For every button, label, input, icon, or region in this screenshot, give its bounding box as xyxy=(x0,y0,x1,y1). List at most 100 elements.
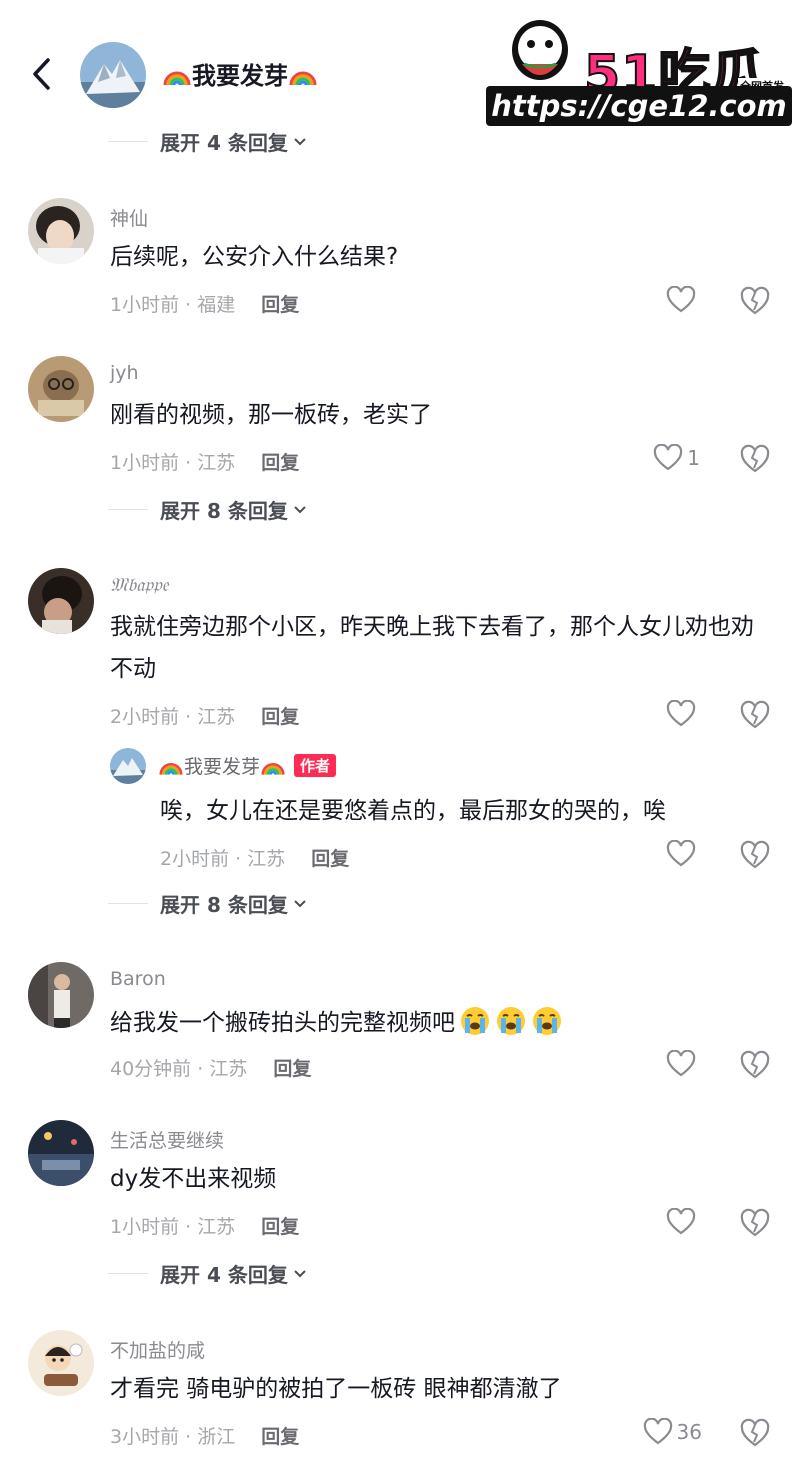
chevron-down-icon xyxy=(294,506,306,514)
like-button[interactable]: 1 xyxy=(653,444,700,472)
expand-replies-label: 展开 8 条回复 xyxy=(160,892,288,917)
avatar[interactable] xyxy=(28,1120,94,1186)
divider xyxy=(108,1272,148,1274)
reply-button[interactable]: 回复 xyxy=(261,294,299,316)
reply-location: 江苏 xyxy=(247,848,286,870)
comment-username[interactable]: 生活总要继续 xyxy=(110,1126,224,1153)
divider xyxy=(108,508,148,510)
comment-location: 江苏 xyxy=(209,1058,248,1080)
header-title: 我要发芽 xyxy=(162,56,318,91)
dislike-icon[interactable] xyxy=(740,1208,770,1238)
expand-replies[interactable]: 展开 4 条回复 xyxy=(108,126,308,156)
avatar[interactable] xyxy=(28,1330,94,1396)
comment-text: 才看完 骑电驴的被拍了一板砖 眼神都清澈了 xyxy=(110,1376,562,1402)
comment-text: 给我发一个搬砖拍头的完整视频吧 xyxy=(110,1002,770,1044)
reply-username[interactable]: 我要发芽 作者 xyxy=(158,752,337,779)
meta-separator: · xyxy=(179,1216,198,1238)
reply-button[interactable]: 回复 xyxy=(261,1426,299,1448)
expand-replies[interactable]: 展开 8 条回复 xyxy=(108,494,308,524)
divider xyxy=(108,902,148,904)
reply-button[interactable]: 回复 xyxy=(261,1216,299,1238)
avatar[interactable] xyxy=(28,962,94,1028)
comment-meta: 3小时前 · 浙江 回复 xyxy=(110,1422,299,1449)
heart-icon xyxy=(666,1050,696,1077)
comment-username[interactable]: 神仙 xyxy=(110,204,148,231)
back-icon[interactable] xyxy=(28,54,58,94)
avatar[interactable] xyxy=(28,356,94,422)
like-button[interactable] xyxy=(666,286,696,314)
reply-time: 2小时前 xyxy=(160,848,230,870)
reply-button[interactable]: 回复 xyxy=(273,1058,311,1080)
meta-separator: · xyxy=(179,452,198,474)
comment-location: 江苏 xyxy=(197,1216,236,1238)
comment-location: 福建 xyxy=(197,294,236,316)
comment-text: 刚看的视频，那一板砖，老实了 xyxy=(110,402,432,428)
heart-icon xyxy=(666,1208,696,1235)
avatar[interactable] xyxy=(28,198,94,264)
divider xyxy=(108,140,148,142)
loudly-crying-emoji-icon xyxy=(497,1007,525,1035)
expand-replies-label: 展开 8 条回复 xyxy=(160,498,288,523)
comment-location: 江苏 xyxy=(197,706,236,728)
comment-location: 江苏 xyxy=(197,452,236,474)
like-button[interactable] xyxy=(666,700,696,728)
comment-time: 40分钟前 xyxy=(110,1058,192,1080)
dislike-icon[interactable] xyxy=(740,1050,770,1080)
comment-time: 2小时前 xyxy=(110,706,180,728)
loudly-crying-emoji-icon xyxy=(461,1007,489,1035)
reply-username-text: 我要发芽 xyxy=(184,756,261,778)
reply-button[interactable]: 回复 xyxy=(261,706,299,728)
comment-meta: 1小时前 · 江苏 回复 xyxy=(110,448,299,475)
comment-meta: 40分钟前 · 江苏 回复 xyxy=(110,1054,311,1081)
comment-time: 1小时前 xyxy=(110,294,180,316)
like-button[interactable] xyxy=(666,1050,696,1078)
heart-icon xyxy=(643,1418,672,1445)
dislike-icon[interactable] xyxy=(740,286,770,316)
expand-replies[interactable]: 展开 8 条回复 xyxy=(108,888,308,918)
rainbow-emoji-icon xyxy=(289,71,317,86)
expand-replies-label: 展开 4 条回复 xyxy=(160,1262,288,1287)
comment-meta: 2小时前 · 江苏 回复 xyxy=(110,702,299,729)
reply-button[interactable]: 回复 xyxy=(311,848,349,870)
comment-text-content: 给我发一个搬砖拍头的完整视频吧 xyxy=(110,1010,455,1036)
mascot-icon xyxy=(512,20,568,80)
expand-replies[interactable]: 展开 4 条回复 xyxy=(108,1258,308,1288)
like-button[interactable]: 36 xyxy=(643,1418,702,1446)
like-button[interactable] xyxy=(666,840,696,868)
like-button[interactable] xyxy=(666,1208,696,1236)
comment-username[interactable]: 𝔐𝔟𝔞𝔭𝔭𝔢 xyxy=(110,574,169,596)
watermark-url: https://cge12.com xyxy=(486,86,792,126)
heart-icon xyxy=(666,700,696,727)
dislike-icon[interactable] xyxy=(740,1418,770,1448)
dislike-icon[interactable] xyxy=(740,444,770,474)
chevron-down-icon xyxy=(294,138,306,146)
heart-icon xyxy=(666,840,696,867)
comment-username[interactable]: Baron xyxy=(110,968,166,990)
meta-separator: · xyxy=(179,706,198,728)
avatar[interactable] xyxy=(28,568,94,634)
watermark-logo: 51吃瓜 全网首发 https://cge12.com xyxy=(486,8,792,126)
rainbow-emoji-icon xyxy=(159,763,183,775)
comment-meta: 1小时前 · 江苏 回复 xyxy=(110,1212,299,1239)
reply-meta: 2小时前 · 江苏 回复 xyxy=(160,844,349,871)
meta-separator: · xyxy=(229,848,248,870)
comment-time: 3小时前 xyxy=(110,1426,180,1448)
header-avatar[interactable] xyxy=(80,42,146,108)
comment-username[interactable]: 不加盐的咸 xyxy=(110,1336,205,1363)
rainbow-emoji-icon xyxy=(163,71,191,86)
like-count: 36 xyxy=(676,1420,702,1444)
dislike-icon[interactable] xyxy=(740,700,770,730)
meta-separator: · xyxy=(179,294,198,316)
rainbow-emoji-icon xyxy=(261,763,285,775)
meta-separator: · xyxy=(191,1058,210,1080)
reply-avatar[interactable] xyxy=(110,748,146,784)
reply-button[interactable]: 回复 xyxy=(261,452,299,474)
author-badge: 作者 xyxy=(294,754,337,777)
dislike-icon[interactable] xyxy=(740,840,770,870)
comment-text: dy发不出来视频 xyxy=(110,1166,277,1192)
comment-username[interactable]: jyh xyxy=(110,362,139,384)
expand-replies-label: 展开 4 条回复 xyxy=(160,130,288,155)
chevron-down-icon xyxy=(294,900,306,908)
heart-icon xyxy=(654,444,683,471)
like-count: 1 xyxy=(687,446,700,470)
